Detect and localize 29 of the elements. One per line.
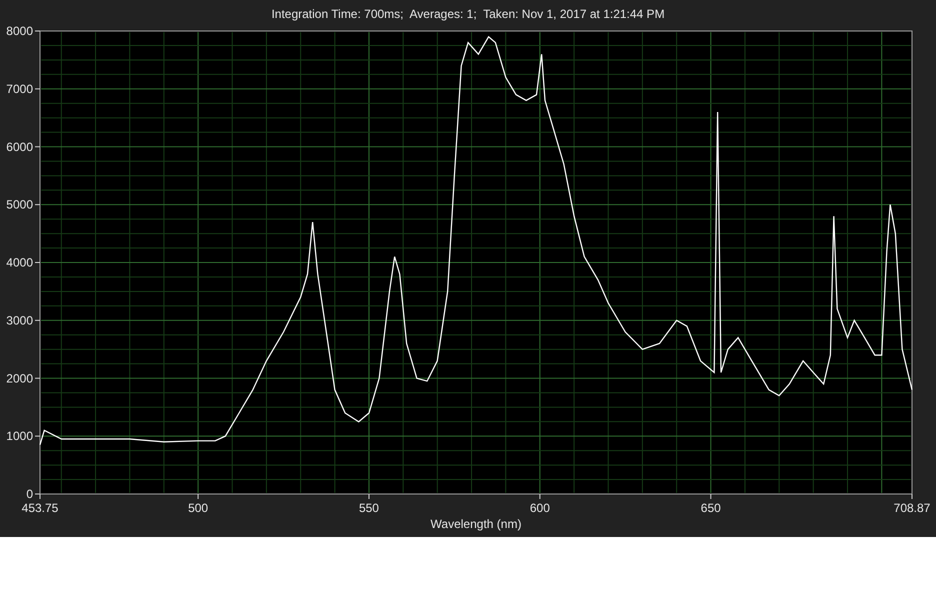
y-tick-label: 1000 (6, 429, 33, 444)
tick-mark (34, 436, 40, 437)
x-tick-label: 453.75 (22, 501, 58, 515)
y-tick-label: 6000 (6, 140, 33, 154)
tick-mark (34, 146, 40, 148)
y-tick-label: 2000 (6, 371, 33, 386)
x-tick-label: 708.87 (894, 501, 930, 515)
tick-mark (710, 494, 712, 500)
x-tick-label: 500 (188, 501, 208, 515)
tick-mark (34, 262, 40, 263)
y-tick-label: 0 (26, 487, 33, 501)
y-tick-label: 3000 (6, 313, 33, 328)
tick-mark (34, 378, 40, 379)
y-tick-label: 8000 (6, 24, 33, 38)
tick-mark (34, 88, 40, 90)
x-tick-label: 600 (530, 501, 550, 515)
tick-mark (34, 30, 40, 32)
y-tick-label: 4000 (6, 256, 33, 270)
tick-mark (198, 494, 199, 500)
tick-mark (368, 494, 370, 500)
x-tick-label: 650 (700, 501, 721, 515)
tick-mark (34, 204, 40, 206)
y-tick-label: 5000 (6, 198, 33, 212)
chart-title: Integration Time: 700ms; Averages: 1; Taken: Nov 1, 2017 at 1:21:44 PM (271, 6, 665, 23)
tick-mark (34, 320, 40, 321)
x-axis-title: Wavelength (nm) (430, 517, 522, 531)
tick-mark (539, 494, 540, 500)
y-tick-label: 7000 (6, 82, 33, 96)
x-tick-label: 550 (358, 501, 379, 515)
